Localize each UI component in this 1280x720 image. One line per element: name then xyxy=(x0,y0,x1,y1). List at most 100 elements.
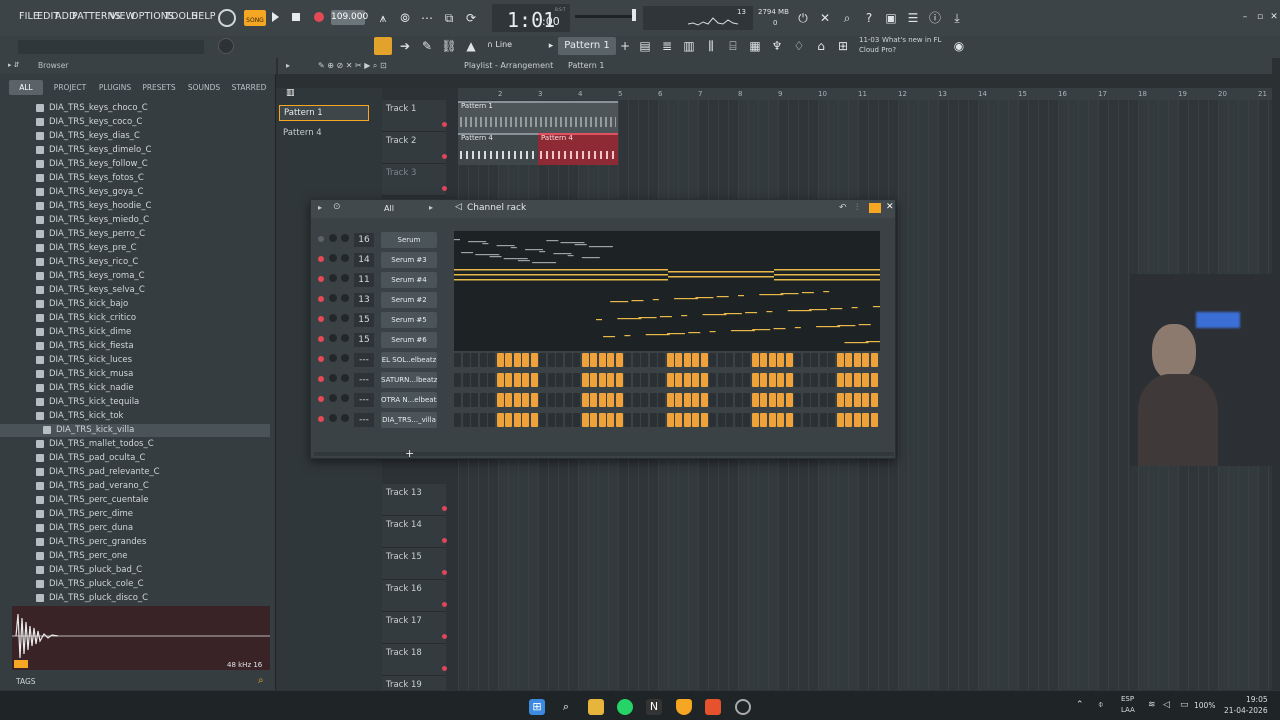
channel-volume-knob[interactable] xyxy=(341,394,349,402)
step-button[interactable] xyxy=(573,393,580,407)
step-button[interactable] xyxy=(564,413,572,427)
step-button[interactable] xyxy=(777,413,784,427)
step-button[interactable] xyxy=(462,413,470,427)
step-button[interactable] xyxy=(692,353,699,367)
step-button[interactable] xyxy=(700,353,708,367)
step-button[interactable] xyxy=(641,373,648,387)
step-button[interactable] xyxy=(471,413,478,427)
step-button[interactable] xyxy=(462,353,470,367)
track-mute-icon[interactable] xyxy=(442,506,447,511)
channel-mute-icon[interactable] xyxy=(318,256,324,262)
channel-mixer-track[interactable]: 15 xyxy=(354,313,374,327)
step-button[interactable] xyxy=(845,413,852,427)
channel-mixer-track[interactable]: 15 xyxy=(354,333,374,347)
channel-mixer-track[interactable]: 14 xyxy=(354,253,374,267)
step-button[interactable] xyxy=(615,413,623,427)
browser-item[interactable]: DIA_TRS_kick_dime xyxy=(36,326,131,339)
step-button[interactable] xyxy=(530,393,538,407)
step-button[interactable] xyxy=(513,413,521,427)
track-mute-icon[interactable] xyxy=(442,186,447,191)
channel-mute-icon[interactable] xyxy=(318,316,324,322)
step-button[interactable] xyxy=(564,353,572,367)
step-button[interactable] xyxy=(717,373,725,387)
channel-mute-icon[interactable] xyxy=(318,376,324,382)
rack-scrollbar[interactable] xyxy=(314,452,894,456)
step-button[interactable] xyxy=(717,413,725,427)
step-button[interactable] xyxy=(615,353,623,367)
step-button[interactable] xyxy=(505,353,512,367)
master-volume-slider[interactable] xyxy=(575,15,635,18)
step-button[interactable] xyxy=(479,413,487,427)
notion-icon[interactable]: N xyxy=(646,699,662,715)
channel-pan-knob[interactable] xyxy=(329,274,337,282)
browser-item[interactable]: DIA_TRS_keys_dimelo_C xyxy=(36,144,151,157)
step-button[interactable] xyxy=(709,413,716,427)
arrow-icon[interactable]: ➔ xyxy=(397,38,413,54)
step-button[interactable] xyxy=(785,413,793,427)
track-mute-icon[interactable] xyxy=(442,122,447,127)
step-button[interactable] xyxy=(717,393,725,407)
playlist-icon[interactable]: ▤ xyxy=(637,38,653,54)
add-pattern-icon[interactable]: + xyxy=(617,38,633,54)
step-button[interactable] xyxy=(454,353,461,367)
step-button[interactable] xyxy=(802,413,810,427)
track-mute-icon[interactable] xyxy=(442,602,447,607)
browser-item[interactable]: DIA_TRS_keys_fotos_C xyxy=(36,172,144,185)
browser-item[interactable]: DIA_TRS_pluck_disco_C xyxy=(36,592,148,605)
step-button[interactable] xyxy=(743,393,750,407)
power-icon[interactable]: ⏻ xyxy=(795,10,811,26)
step-button[interactable] xyxy=(692,413,699,427)
step-button[interactable] xyxy=(743,373,750,387)
fl-studio-icon[interactable] xyxy=(676,699,692,715)
master-pitch-knob[interactable] xyxy=(218,38,234,54)
browser-item[interactable]: DIA_TRS_keys_coco_C xyxy=(36,116,142,129)
step-button[interactable] xyxy=(590,353,597,367)
channel-name-button[interactable]: SATURN...lbeatz xyxy=(381,372,437,388)
step-button[interactable] xyxy=(590,373,597,387)
filter-arrow-icon[interactable]: ▸ xyxy=(429,203,433,212)
step-button[interactable] xyxy=(454,413,461,427)
step-button[interactable] xyxy=(488,393,495,407)
channel-name-button[interactable]: Serum xyxy=(381,232,437,248)
step-button[interactable] xyxy=(777,353,784,367)
channel-pan-knob[interactable] xyxy=(329,294,337,302)
browser-item[interactable]: DIA_TRS_keys_perro_C xyxy=(36,228,145,241)
channel-volume-knob[interactable] xyxy=(341,254,349,262)
browser-item[interactable]: DIA_TRS_kick_bajo xyxy=(36,298,128,311)
browser-item[interactable]: DIA_TRS_kick_luces xyxy=(36,354,132,367)
browser-item[interactable]: DIA_TRS_perc_one xyxy=(36,550,128,563)
channel-pan-knob[interactable] xyxy=(329,234,337,242)
step-button[interactable] xyxy=(632,413,640,427)
channel-name-button[interactable]: OTRA N...elbeatz xyxy=(381,392,437,408)
step-button[interactable] xyxy=(811,353,818,367)
step-button[interactable] xyxy=(539,393,546,407)
step-edit-icon[interactable]: ⧉ xyxy=(441,10,457,26)
step-button[interactable] xyxy=(666,393,674,407)
step-button[interactable] xyxy=(777,373,784,387)
step-button[interactable] xyxy=(700,413,708,427)
step-button[interactable] xyxy=(658,353,665,367)
step-button[interactable] xyxy=(539,413,546,427)
browser-item[interactable]: DIA_TRS_kick_fiesta xyxy=(36,340,134,353)
step-button[interactable] xyxy=(607,393,614,407)
step-button[interactable] xyxy=(522,353,529,367)
step-button[interactable] xyxy=(522,373,529,387)
step-button[interactable] xyxy=(649,413,657,427)
news-title[interactable]: What's new in FL xyxy=(882,36,941,44)
step-button[interactable] xyxy=(530,353,538,367)
windows-start-icon[interactable]: ⊞ xyxy=(529,699,545,715)
channel-mixer-track[interactable]: 13 xyxy=(354,293,374,307)
cart-icon[interactable]: ⊞ xyxy=(835,38,851,54)
step-button[interactable] xyxy=(462,373,470,387)
step-button[interactable] xyxy=(700,393,708,407)
step-button[interactable] xyxy=(760,353,767,367)
menu-file[interactable]: FILE xyxy=(19,11,39,22)
step-button[interactable] xyxy=(734,373,742,387)
channel-pan-knob[interactable] xyxy=(329,314,337,322)
channel-mixer-track[interactable]: 11 xyxy=(354,273,374,287)
step-button[interactable] xyxy=(870,353,878,367)
browser-arrows-icon[interactable]: ▸ ⇵ xyxy=(8,61,20,69)
channel-volume-knob[interactable] xyxy=(341,334,349,342)
browser-item[interactable]: DIA_TRS_keys_roma_C xyxy=(36,270,145,283)
step-button[interactable] xyxy=(734,413,742,427)
